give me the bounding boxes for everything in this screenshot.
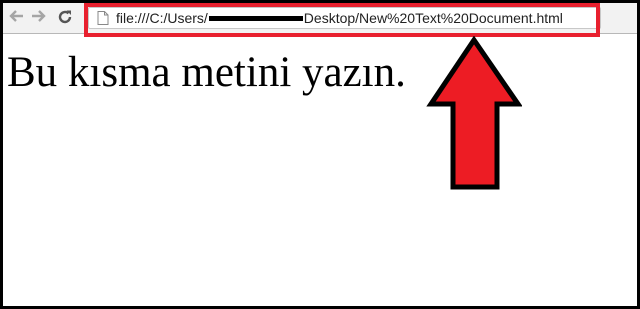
forward-arrow-icon[interactable] [29, 6, 49, 28]
red-up-arrow-icon [426, 36, 522, 190]
back-arrow-icon[interactable] [6, 6, 26, 28]
address-bar-highlight-box [84, 3, 600, 37]
page-content: Bu kısma metini yazın. [3, 40, 637, 306]
page-body-text: Bu kısma metini yazın. [7, 49, 406, 96]
reload-icon[interactable] [55, 6, 75, 28]
